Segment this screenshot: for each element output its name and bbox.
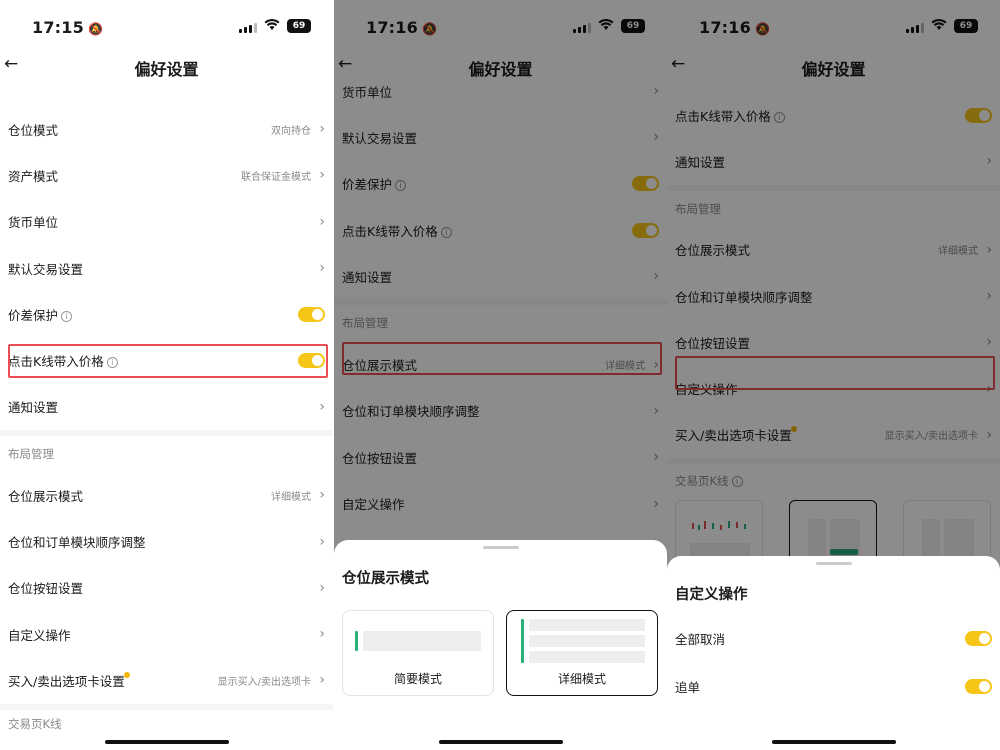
cancel-all-toggle[interactable] [965,630,992,646]
option-chase-order: 追单 [667,662,1000,710]
wifi-icon [264,19,280,30]
chevron-right-icon: › [319,487,325,504]
placeholder-bar [363,631,481,651]
bell-muted-icon: 🔕 [87,22,104,36]
sheet-grab-handle[interactable] [482,546,519,549]
chevron-right-icon: › [319,260,325,277]
chevron-right-icon: › [319,398,325,415]
option-label: 简要模式 [393,672,442,686]
home-indicator [104,740,229,744]
info-icon[interactable]: i [106,357,118,369]
new-badge-dot [123,671,130,678]
chevron-right-icon: › [319,121,325,138]
screen-preferences-3: 17:16 🔕 69 ← 偏好设置 点击K线带入价格 i 通知设置 › 布局管理 仓位… [667,0,1000,750]
section-layout-management: 布局管理 [0,430,333,472]
sheet-title: 仓位展示模式 [342,571,429,587]
settings-list: 仓位模式 双向持仓 › 资产模式 联合保证金模式 › 货币单位 › 默认交易设置 › 价差保… [0,106,333,731]
chevron-right-icon: › [319,533,325,550]
screen-preferences-2: 17:16 🔕 69 ← 偏好设置 货币单位 › 默认交易设置 › 价差保护 i 点击K… [334,0,667,750]
chevron-right-icon: › [319,213,325,230]
battery-icon: 69 [287,19,311,33]
screen-preferences-1: 17:15 🔕 69 ← 偏好设置 仓位模式 双向持仓 › 资产模式 联合保证金模式 › … [0,0,333,750]
chevron-right-icon: › [319,167,325,184]
custom-action-list: 全部取消 追单 [667,614,1000,710]
row-default-trade-settings[interactable]: 默认交易设置 › [0,245,333,291]
option-label: 详细模式 [557,672,606,686]
row-buy-sell-tab-settings[interactable]: 买入/卖出选项卡设置 显示买入/卖出选项卡 › [0,657,333,703]
placeholder-bar [529,651,645,663]
kline-click-price-toggle[interactable] [298,353,325,369]
status-time: 17:15 🔕 [32,18,104,37]
row-position-display-mode[interactable]: 仓位展示模式 详细模式 › [0,472,333,518]
chevron-right-icon: › [319,626,325,643]
bottom-sheet-position-display-mode: 仓位展示模式 简要模式 详细模式 [334,540,667,750]
sheet-grab-handle[interactable] [815,562,852,565]
green-indicator [355,631,358,651]
chase-order-toggle[interactable] [965,678,992,694]
row-custom-actions[interactable]: 自定义操作 › [0,611,333,657]
info-icon[interactable]: i [61,310,73,322]
status-bar: 17:15 🔕 69 [0,0,333,56]
option-card-detail-mode[interactable]: 详细模式 [506,610,658,696]
sheet-title: 自定义操作 [675,587,748,603]
signal-icon [239,21,257,33]
row-asset-mode[interactable]: 资产模式 联合保证金模式 › [0,152,333,198]
spread-protection-toggle[interactable] [298,306,325,322]
option-cancel-all: 全部取消 [667,614,1000,662]
nav-bar: ← 偏好设置 [0,52,333,82]
home-indicator [771,740,896,744]
chevron-right-icon: › [319,672,325,689]
row-trade-page-kline: 交易页K线 [0,703,333,731]
option-card-brief-mode[interactable]: 简要模式 [342,610,494,696]
placeholder-bar [529,635,645,647]
chevron-right-icon: › [319,579,325,596]
row-currency-unit[interactable]: 货币单位 › [0,199,333,245]
row-spread-protection: 价差保护 i [0,291,333,337]
row-module-order[interactable]: 仓位和订单模块顺序调整 › [0,518,333,564]
green-indicator [521,619,524,663]
row-position-button-settings[interactable]: 仓位按钮设置 › [0,565,333,611]
row-kline-click-price: 点击K线带入价格 i [0,337,333,383]
home-indicator [438,740,563,744]
placeholder-bar [529,619,645,631]
bottom-sheet-custom-actions: 自定义操作 全部取消 追单 [667,556,1000,750]
page-title: 偏好设置 [134,60,199,79]
row-position-mode[interactable]: 仓位模式 双向持仓 › [0,106,333,152]
row-notification-settings[interactable]: 通知设置 › [0,384,333,430]
